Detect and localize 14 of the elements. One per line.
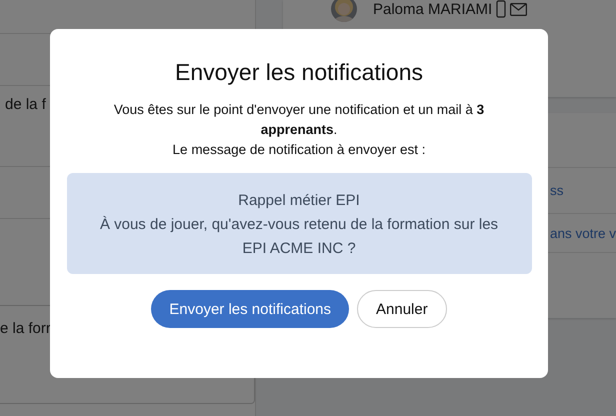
row-text: e la forr: [0, 320, 51, 337]
phone-icon[interactable]: [496, 0, 506, 18]
mail-icon[interactable]: [510, 2, 528, 16]
cancel-button[interactable]: Annuler: [357, 290, 447, 328]
dialog-message: Vous êtes sur le point d'envoyer une notification et un mail à 3 apprenants.: [112, 101, 486, 139]
link[interactable]: ss: [550, 183, 564, 198]
dialog-message: Le message de notification à envoyer est :: [172, 141, 426, 159]
link[interactable]: ans votre v: [550, 226, 616, 240]
send-button[interactable]: Envoyer les notifications: [151, 290, 350, 328]
notification-title: Rappel métier EPI: [238, 191, 360, 211]
user-name: Paloma MARIAMI: [372, 0, 492, 18]
notification-body: À vous de jouer, qu'avez-vous retenu de la formation sur les EPI ACME INC ?: [98, 215, 500, 259]
row-text: de la f: [4, 96, 46, 113]
dialog-title: Envoyer les notifications: [174, 59, 423, 86]
